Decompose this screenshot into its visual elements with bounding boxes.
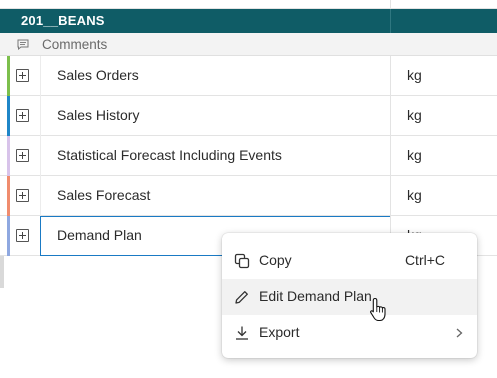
expand-plus-icon[interactable] (16, 149, 29, 162)
menu-item-label: Copy (259, 252, 292, 268)
menu-item-label: Export (259, 324, 300, 340)
row-unit: kg (407, 107, 422, 123)
pencil-icon (235, 291, 248, 304)
context-menu: Copy Ctrl+C Edit Demand Plan Export (222, 233, 477, 358)
expand-plus-icon[interactable] (16, 229, 29, 242)
row-accent (7, 56, 10, 96)
row-label: Sales Orders (57, 67, 139, 83)
row-unit: kg (407, 67, 422, 83)
row-accent (7, 216, 10, 256)
group-header[interactable]: 201__BEANS (0, 9, 497, 33)
row-label: Sales Forecast (57, 187, 151, 203)
row-unit: kg (407, 187, 422, 203)
row-label: Statistical Forecast Including Events (57, 147, 282, 163)
table-row[interactable]: Sales Forecast kg (0, 176, 497, 216)
expand-plus-icon[interactable] (16, 109, 29, 122)
download-icon (236, 326, 248, 340)
row-accent (7, 176, 10, 216)
table-row[interactable]: Sales History kg (0, 96, 497, 136)
table-row[interactable]: Sales Orders kg (0, 56, 497, 96)
expand-plus-icon[interactable] (16, 189, 29, 202)
menu-item-label: Edit Demand Plan (259, 288, 372, 304)
menu-item-edit-demand-plan[interactable]: Edit Demand Plan (222, 279, 477, 315)
chevron-right-icon (456, 328, 463, 338)
group-title: 201__BEANS (21, 13, 105, 28)
copy-icon (234, 253, 250, 269)
expand-plus-icon[interactable] (16, 69, 29, 82)
table-row[interactable]: Statistical Forecast Including Events kg (0, 136, 497, 176)
row-accent (7, 96, 10, 136)
menu-item-shortcut: Ctrl+C (404, 252, 445, 268)
row-label: Sales History (57, 107, 140, 123)
comment-icon (17, 39, 29, 50)
hand-pointer-icon (370, 297, 386, 322)
top-strip (0, 0, 497, 9)
comments-row[interactable]: Comments (0, 33, 497, 56)
comments-label: Comments (42, 37, 108, 52)
menu-item-copy[interactable]: Copy Ctrl+C (222, 243, 477, 279)
row-label: Demand Plan (57, 227, 142, 243)
row-accent (7, 136, 10, 176)
menu-item-export[interactable]: Export (222, 315, 477, 351)
row-unit: kg (407, 147, 422, 163)
